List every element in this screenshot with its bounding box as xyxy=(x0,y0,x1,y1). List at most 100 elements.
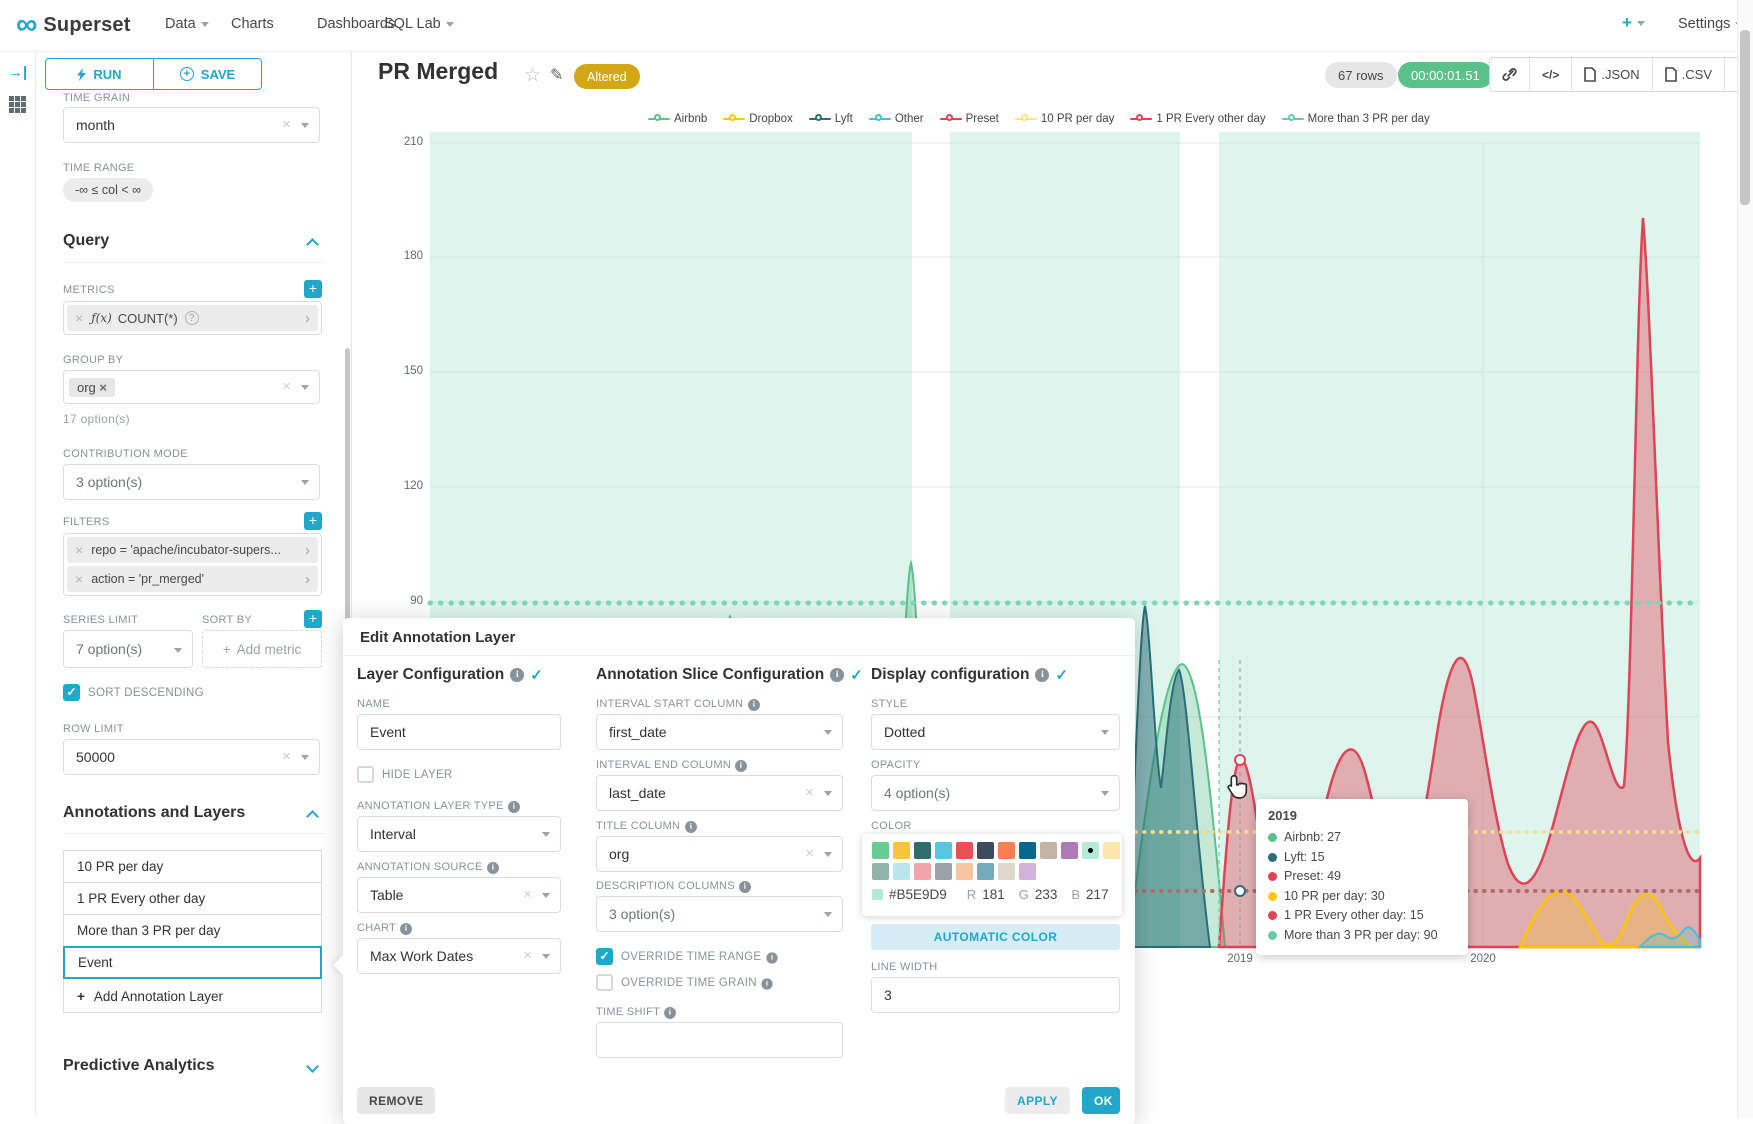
ok-button[interactable]: OK xyxy=(1082,1087,1120,1114)
color-swatch[interactable] xyxy=(935,842,952,859)
color-swatch[interactable] xyxy=(1040,842,1057,859)
clear-icon[interactable] xyxy=(282,748,291,766)
clear-icon[interactable] xyxy=(523,947,532,965)
color-swatch[interactable] xyxy=(1103,842,1120,859)
filter-chip[interactable]: action = 'pr_merged' xyxy=(67,566,318,592)
info-icon[interactable] xyxy=(400,923,412,935)
style-select[interactable]: Dotted xyxy=(871,714,1120,750)
info-icon[interactable] xyxy=(766,952,777,963)
series-limit-select[interactable]: 7 option(s) xyxy=(63,630,193,668)
info-icon[interactable] xyxy=(748,699,760,711)
edit-icon[interactable]: ✎ xyxy=(550,65,563,85)
chart-select[interactable]: Max Work Dates xyxy=(357,938,561,974)
contribution-mode-select[interactable]: 3 option(s) xyxy=(63,464,320,500)
group-by-chip[interactable]: org × xyxy=(69,378,115,397)
embed-code-button[interactable]: </> xyxy=(1530,58,1572,91)
remove-metric-icon[interactable] xyxy=(75,310,83,326)
remove-filter-icon[interactable] xyxy=(75,542,83,558)
color-swatch[interactable] xyxy=(998,863,1015,880)
color-swatch[interactable] xyxy=(872,863,889,880)
nav-charts[interactable]: Charts xyxy=(231,16,274,32)
save-button[interactable]: + SAVE xyxy=(154,59,261,89)
legend-item[interactable]: Preset xyxy=(940,113,999,125)
color-swatch[interactable] xyxy=(1019,842,1036,859)
legend-item[interactable]: 10 PR per day xyxy=(1015,113,1115,125)
legend-item[interactable]: Lyft xyxy=(809,113,853,125)
add-sort-metric-button[interactable] xyxy=(304,610,322,628)
interval-end-select[interactable]: last_date xyxy=(596,775,843,811)
legend-item[interactable]: Other xyxy=(869,113,924,125)
info-icon[interactable] xyxy=(508,801,520,813)
filter-chip[interactable]: repo = 'apache/incubator-supers... xyxy=(67,537,318,563)
color-swatch[interactable] xyxy=(1061,842,1078,859)
copy-link-button[interactable] xyxy=(1490,58,1530,91)
clear-icon[interactable] xyxy=(282,378,291,396)
annotation-layer-row[interactable]: 10 PR per day xyxy=(63,850,322,883)
remove-button[interactable]: REMOVE xyxy=(357,1087,435,1114)
color-swatch[interactable] xyxy=(872,842,889,859)
color-swatch[interactable] xyxy=(977,863,994,880)
nav-data[interactable]: Data xyxy=(165,16,209,32)
color-swatch[interactable] xyxy=(977,842,994,859)
info-icon[interactable] xyxy=(1035,668,1049,682)
superset-logo[interactable]: ∞ Superset xyxy=(16,11,131,39)
name-input[interactable] xyxy=(357,714,561,750)
datasource-grid-icon[interactable] xyxy=(9,96,26,113)
clear-icon[interactable] xyxy=(805,784,814,802)
time-range-pill[interactable]: -∞ ≤ col < ∞ xyxy=(63,178,153,202)
star-icon[interactable]: ☆ xyxy=(524,64,541,87)
color-swatch[interactable] xyxy=(935,863,952,880)
color-swatch[interactable] xyxy=(956,842,973,859)
clear-icon[interactable] xyxy=(805,845,814,863)
annotation-layer-type-select[interactable]: Interval xyxy=(357,816,561,852)
add-filter-button[interactable] xyxy=(304,512,322,530)
hide-layer-checkbox[interactable] xyxy=(357,766,374,783)
run-button[interactable]: RUN xyxy=(46,59,154,89)
override-time-grain-checkbox[interactable] xyxy=(596,974,613,991)
color-swatch[interactable] xyxy=(914,863,931,880)
export-csv-button[interactable]: .CSV xyxy=(1653,58,1725,91)
clear-icon[interactable] xyxy=(282,116,291,134)
time-shift-input[interactable] xyxy=(596,1022,843,1058)
sort-descending-checkbox[interactable] xyxy=(63,684,80,701)
color-swatch[interactable] xyxy=(914,842,931,859)
row-limit-select[interactable]: 50000 xyxy=(63,739,320,775)
info-icon[interactable] xyxy=(510,668,524,682)
settings-menu[interactable]: Settings xyxy=(1678,16,1743,32)
collapse-panel-icon[interactable]: →| xyxy=(8,64,27,81)
clear-icon[interactable] xyxy=(523,886,532,904)
window-scrollbar-thumb[interactable] xyxy=(1740,30,1750,205)
chevron-up-icon[interactable] xyxy=(306,810,319,823)
metric-chip[interactable]: ƒ(x) COUNT(*) xyxy=(67,305,318,331)
sort-by-add-metric[interactable]: +Add metric xyxy=(202,630,322,668)
legend-item[interactable]: 1 PR Every other day xyxy=(1130,113,1265,125)
export-json-button[interactable]: .JSON xyxy=(1572,58,1652,91)
title-column-select[interactable]: org xyxy=(596,836,843,872)
group-by-select[interactable]: org × xyxy=(63,370,320,404)
annotation-source-select[interactable]: Table xyxy=(357,877,561,913)
info-icon[interactable] xyxy=(762,978,773,989)
add-annotation-layer[interactable]: + Add Annotation Layer xyxy=(63,980,322,1013)
new-item-button[interactable]: + xyxy=(1622,13,1645,33)
info-icon[interactable] xyxy=(487,862,499,874)
add-metric-button[interactable] xyxy=(304,280,322,298)
nav-sql-lab[interactable]: SQL Lab xyxy=(384,16,454,32)
annotation-layer-row[interactable]: 1 PR Every other day xyxy=(63,882,322,915)
annotation-layer-row[interactable]: More than 3 PR per day xyxy=(63,914,322,947)
question-icon[interactable] xyxy=(185,311,199,325)
info-icon[interactable] xyxy=(739,881,751,893)
annotation-layer-row-selected[interactable]: Event xyxy=(63,946,322,979)
legend-item[interactable]: Dropbox xyxy=(723,113,792,125)
description-columns-select[interactable]: 3 option(s) xyxy=(596,896,843,932)
override-time-range-checkbox[interactable] xyxy=(596,948,613,965)
automatic-color-button[interactable]: AUTOMATIC COLOR xyxy=(871,924,1120,950)
info-icon[interactable] xyxy=(830,668,844,682)
color-swatch[interactable] xyxy=(1019,863,1036,880)
color-swatch[interactable] xyxy=(893,842,910,859)
opacity-select[interactable]: 4 option(s) xyxy=(871,775,1120,811)
remove-filter-icon[interactable] xyxy=(75,571,83,587)
info-icon[interactable] xyxy=(735,760,747,772)
chevron-down-icon[interactable] xyxy=(306,1060,319,1073)
apply-button[interactable]: APPLY xyxy=(1005,1087,1070,1114)
interval-start-select[interactable]: first_date xyxy=(596,714,843,750)
